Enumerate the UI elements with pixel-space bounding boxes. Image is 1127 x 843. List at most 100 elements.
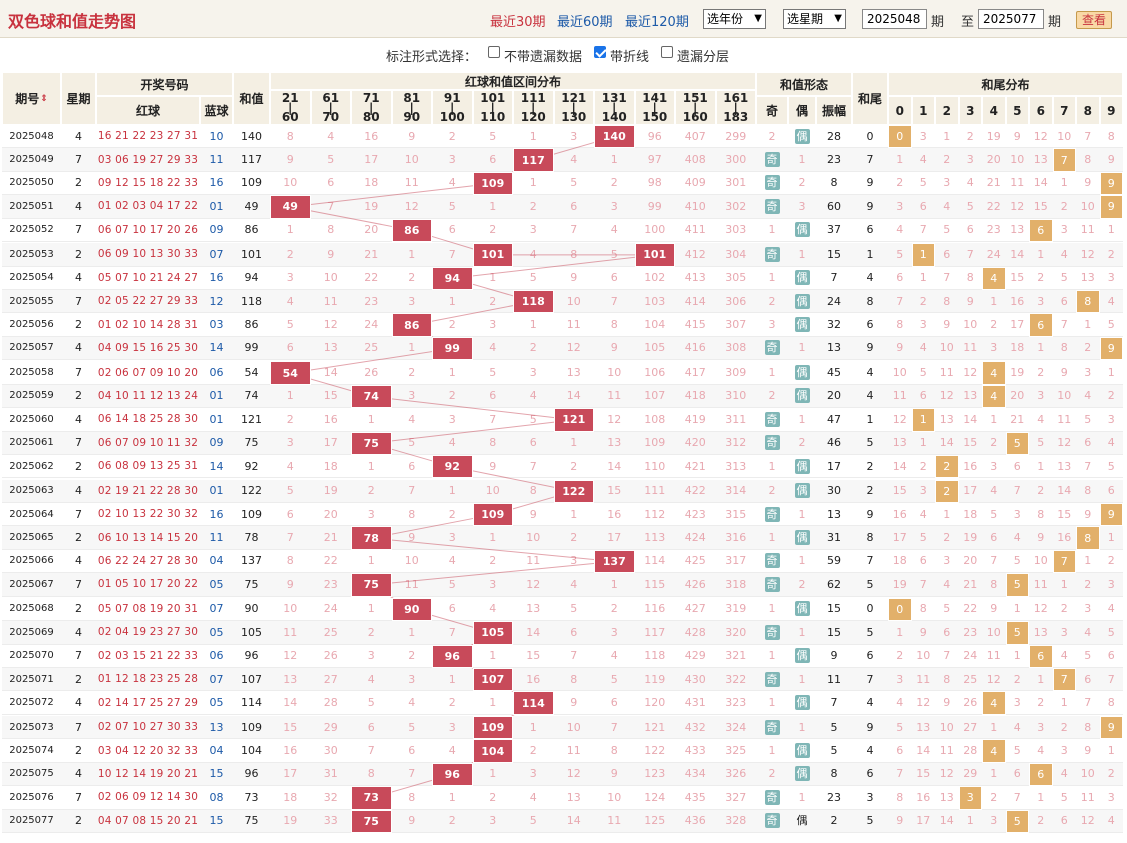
tail-miss-cell: 9 <box>888 336 912 361</box>
zone-hit-cell: 104 <box>472 739 513 763</box>
zone-miss-cell: 119 <box>634 668 675 692</box>
header-tail: 和尾 <box>852 72 888 125</box>
zone-miss-cell: 9 <box>391 809 432 833</box>
tail-miss-cell: 8 <box>1076 479 1100 503</box>
form-miss-cell: 1 <box>788 716 816 740</box>
zone-miss-cell: 1 <box>513 171 554 196</box>
zone-miss-cell: 9 <box>594 336 635 361</box>
zone-miss-cell: 10 <box>553 290 594 314</box>
zone-miss-cell: 109 <box>634 431 675 455</box>
sum-cell: 94 <box>233 266 270 290</box>
zone-miss-cell: 21 <box>351 243 392 267</box>
tail-miss-cell: 13 <box>935 408 959 432</box>
header-issue[interactable]: 期号 ⇕ <box>2 72 61 125</box>
zone-miss-cell: 25 <box>351 336 392 361</box>
issue-cell: 2025060 <box>2 408 61 432</box>
tail-hit-cell: 4 <box>982 691 1006 715</box>
even-badge: 偶 <box>794 530 810 546</box>
zone-miss-cell: 7 <box>432 621 473 645</box>
zone-miss-cell: 1 <box>432 290 473 314</box>
sum-cell: 140 <box>233 125 270 149</box>
tail-miss-cell: 1 <box>1099 361 1123 385</box>
amplitude-cell: 62 <box>816 573 852 597</box>
header-tail-digit: 1 <box>911 96 935 125</box>
zone-range-high: 120 <box>520 109 546 124</box>
tail-cell: 5 <box>852 809 888 833</box>
tail-miss-cell: 13 <box>888 431 912 455</box>
tail-miss-cell: 14 <box>888 455 912 479</box>
header-zone-range: 71 | 80 <box>351 90 392 125</box>
zone-miss-cell: 22 <box>351 266 392 290</box>
blue-ball-cell: 09 <box>200 431 233 455</box>
tail-miss-cell: 8 <box>911 597 935 622</box>
zone-miss-cell: 6 <box>391 455 432 479</box>
zone-miss-cell: 430 <box>675 668 716 692</box>
tail-miss-cell: 2 <box>982 786 1006 810</box>
blue-ball-cell: 10 <box>200 125 233 149</box>
tail-miss-cell: 6 <box>935 243 959 267</box>
zone-miss-cell: 1 <box>594 148 635 172</box>
sort-icon[interactable]: ⇕ <box>40 94 48 104</box>
tail-miss-cell: 12 <box>1005 195 1029 219</box>
tail-miss-cell: 2 <box>982 313 1006 337</box>
zone-miss-cell: 15 <box>310 384 351 409</box>
tail-hit-cell: 4 <box>982 361 1006 385</box>
tail-miss-cell: 10 <box>958 313 982 337</box>
issue-cell: 2025050 <box>2 171 61 196</box>
tail-miss-cell: 7 <box>1005 786 1029 810</box>
tail-miss-cell: 2 <box>1029 691 1053 715</box>
even-badge: 偶 <box>794 317 810 333</box>
odd-cell: 奇 <box>756 503 788 527</box>
zone-miss-cell: 25 <box>310 621 351 645</box>
tail-miss-cell: 3 <box>1076 361 1100 385</box>
zone-miss-cell: 436 <box>675 809 716 833</box>
zone-miss-cell: 18 <box>270 786 311 810</box>
zone-miss-cell: 4 <box>432 171 473 196</box>
tail-miss-cell: 4 <box>888 218 912 242</box>
zone-miss-cell: 104 <box>634 313 675 337</box>
red-balls-cell: 09 12 15 18 22 33 <box>96 171 200 196</box>
zone-miss-cell: 3 <box>472 313 513 337</box>
zone-hit-cell: 107 <box>472 668 513 692</box>
zone-miss-cell: 11 <box>513 549 554 574</box>
zone-miss-cell: 33 <box>310 809 351 833</box>
tail-miss-cell: 20 <box>1005 384 1029 409</box>
even-badge: 偶 <box>794 648 810 664</box>
red-balls-cell: 06 07 10 17 20 26 <box>96 218 200 242</box>
zone-miss-cell: 1 <box>432 786 473 810</box>
tail-miss-cell: 22 <box>958 597 982 622</box>
zone-miss-cell: 98 <box>634 171 675 196</box>
header-draw: 开奖号码 <box>96 72 233 96</box>
red-balls-cell: 01 05 10 17 20 22 <box>96 573 200 597</box>
tail-hit-cell: 5 <box>1005 431 1029 455</box>
tail-miss-cell: 4 <box>1005 526 1029 550</box>
zone-miss-cell: 8 <box>513 479 554 503</box>
tail-miss-cell: 8 <box>935 668 959 692</box>
amplitude-cell: 30 <box>816 479 852 503</box>
zone-miss-cell: 6 <box>594 266 635 290</box>
tail-cell: 1 <box>852 408 888 432</box>
tail-miss-cell: 1 <box>1052 573 1076 597</box>
tail-miss-cell: 7 <box>888 290 912 314</box>
tail-miss-cell: 2 <box>1029 361 1053 385</box>
zone-miss-cell: 7 <box>391 479 432 503</box>
even-cell: 偶 <box>788 384 816 409</box>
tail-cell: 0 <box>852 125 888 149</box>
weekday-cell: 2 <box>61 171 96 196</box>
tail-miss-cell: 6 <box>1005 762 1029 787</box>
zone-miss-cell: 2 <box>270 243 311 267</box>
tail-miss-cell: 5 <box>1076 644 1100 668</box>
zone-miss-cell: 116 <box>634 597 675 622</box>
zone-miss-cell: 12 <box>270 644 311 668</box>
tail-miss-cell: 1 <box>982 290 1006 314</box>
zone-miss-cell: 11 <box>391 573 432 597</box>
blue-ball-cell: 04 <box>200 739 233 763</box>
tail-hit-cell: 2 <box>935 455 959 479</box>
zone-miss-cell: 19 <box>270 809 311 833</box>
issue-cell: 2025065 <box>2 526 61 550</box>
blue-ball-cell: 03 <box>200 313 233 337</box>
tail-miss-cell: 16 <box>888 503 912 527</box>
zone-miss-cell: 115 <box>634 573 675 597</box>
tail-cell: 4 <box>852 691 888 715</box>
zone-hit-cell: 92 <box>432 455 473 479</box>
